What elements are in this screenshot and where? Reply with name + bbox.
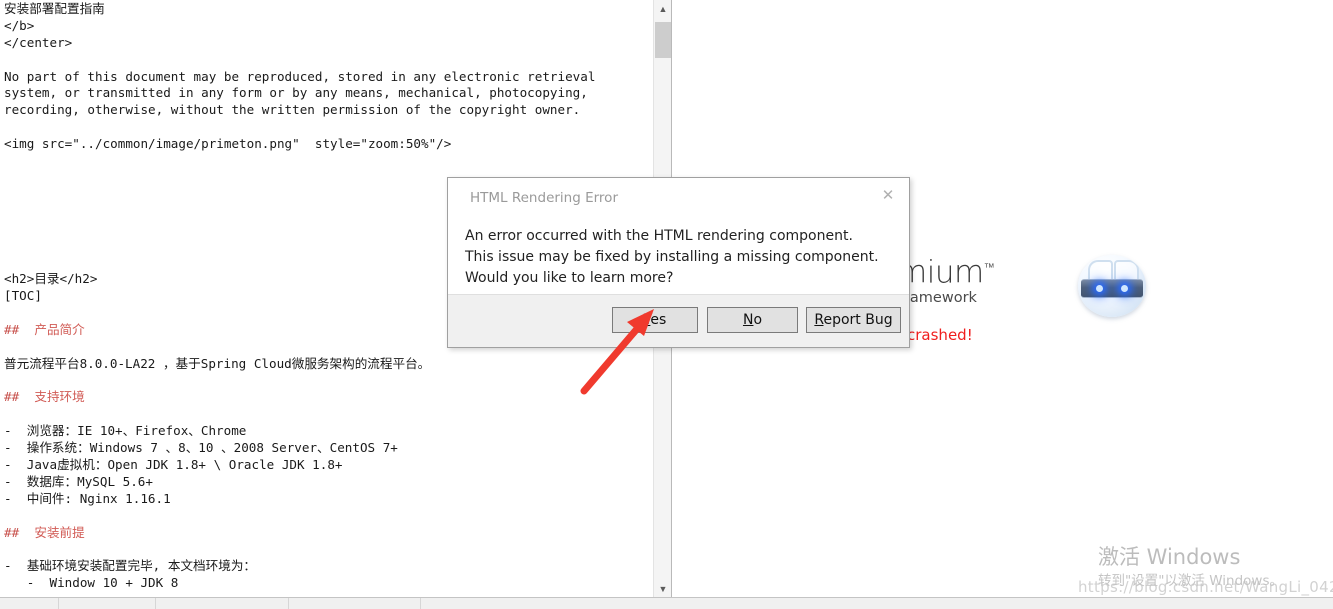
dialog-titlebar: HTML Rendering Error ✕: [448, 178, 909, 218]
scrollbar-thumb[interactable]: [655, 22, 671, 58]
no-mnemonic: N: [742, 312, 754, 328]
windows-activation-watermark: 激活 Windows 转到"设置"以激活 Windows。: [1098, 544, 1328, 590]
editor-line: </b>: [4, 17, 35, 33]
editor-line: - 浏览器：IE 10+、Firefox、Chrome: [4, 423, 247, 439]
close-icon[interactable]: ✕: [873, 182, 903, 208]
markdown-hash-marker: ##: [4, 524, 35, 540]
markdown-hash-marker: ##: [4, 389, 35, 405]
status-divider-3: [288, 598, 289, 609]
scroll-down-arrow-icon[interactable]: ▼: [654, 580, 672, 598]
editor-line: - 中间件: Nginx 1.16.1: [4, 490, 171, 506]
markdown-heading-text: 产品简介: [34, 321, 85, 337]
status-divider-4: [420, 598, 421, 609]
yes-button[interactable]: Yes: [612, 307, 698, 333]
editor-line: ## 安装前提: [4, 525, 649, 542]
editor-line: - Window 10 + JDK 8: [4, 575, 179, 591]
markdown-heading-text: 安装前提: [34, 524, 85, 540]
logo-eye-left: [1096, 285, 1103, 292]
awesomium-robot-logo-icon: [1078, 255, 1146, 317]
scroll-up-arrow-icon[interactable]: ▲: [654, 0, 672, 18]
editor-line: 普元流程平台8.0.0-LA22 ，基于Spring Cloud微服务架构的流程…: [4, 355, 431, 371]
editor-line: <img src="../common/image/primeton.png" …: [4, 136, 452, 152]
logo-brow-left: [1088, 260, 1113, 280]
yes-label-rest: es: [650, 312, 667, 328]
logo-eye-right: [1121, 285, 1128, 292]
markdown-heading-text: 支持环境: [34, 389, 85, 405]
logo-visor: [1081, 279, 1143, 298]
watermark-title: 激活 Windows: [1098, 545, 1241, 569]
editor-line: ## 支持环境: [4, 389, 649, 406]
dialog-button-bar: Yes No Report Bug: [448, 294, 909, 347]
html-rendering-error-dialog[interactable]: HTML Rendering Error ✕ An error occurred…: [447, 177, 910, 348]
editor-line: No part of this document may be reproduc…: [4, 68, 596, 84]
editor-line: - 操作系统：Windows 7 、8、10 、2008 Server、Cent…: [4, 440, 398, 456]
editor-line: - 基础环境安装配置完毕, 本文档环境为：: [4, 558, 257, 574]
no-button[interactable]: No: [707, 307, 798, 333]
no-label-rest: o: [753, 312, 763, 328]
report-bug-button[interactable]: Report Bug: [806, 307, 901, 333]
status-divider-2: [155, 598, 156, 609]
editor-line: 安装部署配置指南: [4, 1, 105, 16]
dialog-message: An error occurred with the HTML renderin…: [465, 228, 879, 286]
dialog-title: HTML Rendering Error: [470, 190, 618, 206]
watermark-subtitle: 转到"设置"以激活 Windows。: [1098, 573, 1283, 589]
status-bar: [0, 597, 1333, 609]
editor-line: - 数据库：MySQL 5.6+: [4, 473, 153, 489]
logo-brow-right: [1114, 260, 1139, 280]
editor-line: system, or transmitted in any form or by…: [4, 85, 588, 101]
editor-line: </center>: [4, 34, 73, 50]
editor-line: - Java虚拟机：Open JDK 1.8+ \ Oracle JDK 1.8…: [4, 457, 343, 473]
editor-line: recording, otherwise, without the writte…: [4, 102, 581, 118]
markdown-hash-marker: ##: [4, 321, 35, 337]
status-divider-1: [58, 598, 59, 609]
report-bug-label-rest: eport Bug: [823, 312, 893, 328]
trademark-symbol: ™: [983, 261, 995, 274]
